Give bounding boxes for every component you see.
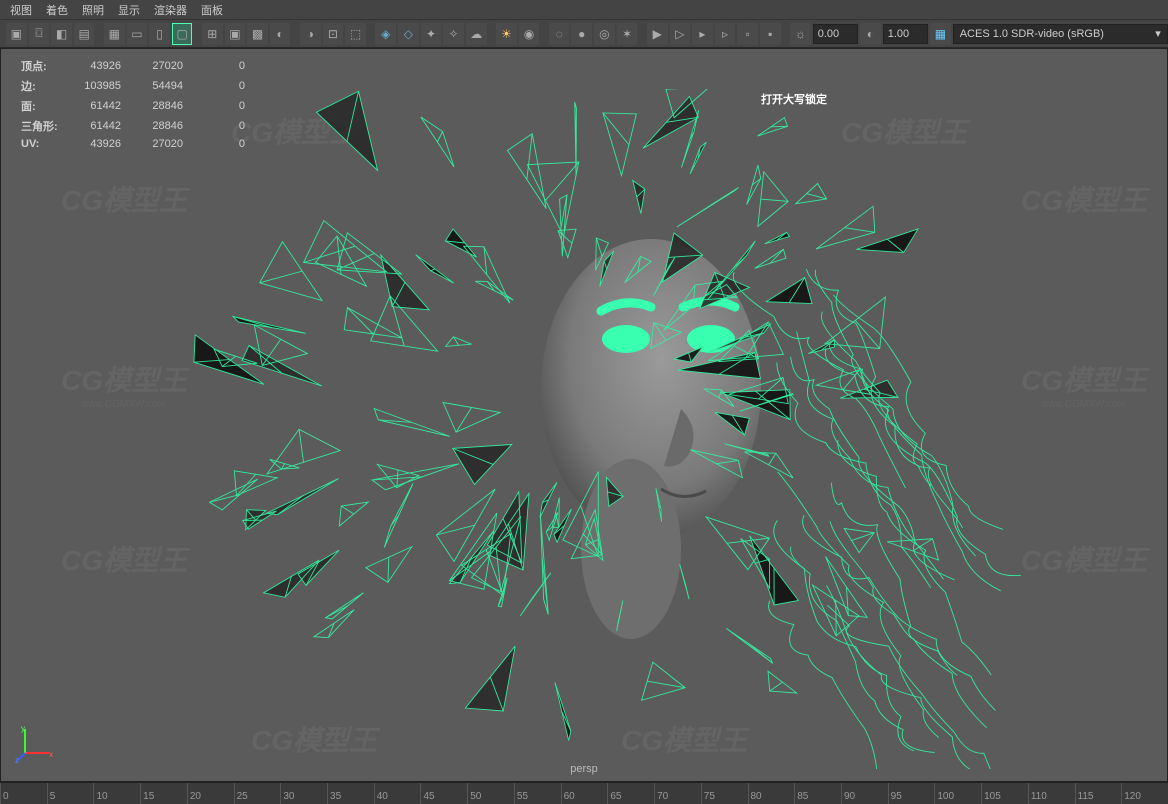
- timeline-tick[interactable]: 90: [841, 783, 888, 804]
- menu-lighting[interactable]: 照明: [82, 2, 104, 18]
- gamma-input[interactable]: 1.00: [883, 24, 928, 44]
- colorspace-label: ACES 1.0 SDR-video (sRGB): [960, 28, 1104, 40]
- timeline-tick[interactable]: 70: [654, 783, 701, 804]
- svg-text:z: z: [15, 756, 19, 763]
- timeline[interactable]: 0510152025303540455055606570758085909510…: [0, 782, 1168, 804]
- timeline-tick[interactable]: 115: [1075, 783, 1122, 804]
- hw-fog-icon[interactable]: ☁: [466, 23, 487, 45]
- timeline-tick[interactable]: 85: [794, 783, 841, 804]
- watermark: CG模型王: [1021, 179, 1147, 219]
- deform-icon[interactable]: ▹: [715, 23, 736, 45]
- menu-panels[interactable]: 面板: [201, 2, 223, 18]
- camera-attr-icon[interactable]: ⌼: [29, 23, 50, 45]
- bookmark-icon[interactable]: ◧: [51, 23, 72, 45]
- exposure-input[interactable]: 0.00: [813, 24, 858, 44]
- motion-blur-icon[interactable]: ⬚: [345, 23, 366, 45]
- timeline-tick[interactable]: 60: [561, 783, 608, 804]
- colorspace-dropdown[interactable]: ACES 1.0 SDR-video (sRGB) ▾: [953, 24, 1168, 44]
- wireframe-icon[interactable]: ⊞: [202, 23, 223, 45]
- selection-highlight-icon[interactable]: ▶: [647, 23, 668, 45]
- timeline-tick[interactable]: 80: [748, 783, 795, 804]
- panel-menu-bar: 视图 着色 照明 显示 渲染器 面板: [0, 0, 1168, 20]
- timeline-tick[interactable]: 105: [981, 783, 1028, 804]
- watermark: CG模型王: [1021, 359, 1147, 399]
- aa-icon[interactable]: ◌: [549, 23, 570, 45]
- panel-toolbar: ▣ ⌼ ◧ ▤ ▦ ▭ ▯ ▢ ⊞ ▣ ▩ ◐ ◑ ⊡ ⬚ ◈ ◇ ✦ ✧ ☁ …: [0, 20, 1168, 48]
- two-sided-icon[interactable]: ◉: [519, 23, 540, 45]
- svg-text:y: y: [21, 724, 25, 733]
- light-icon[interactable]: ☀: [496, 23, 517, 45]
- timeline-tick[interactable]: 20: [187, 783, 234, 804]
- watermark: CG模型王: [1021, 539, 1147, 579]
- image-plane-icon[interactable]: ▤: [74, 23, 95, 45]
- gamma-icon[interactable]: ◐: [860, 23, 881, 45]
- shadows-icon[interactable]: ◑: [300, 23, 321, 45]
- svg-text:x: x: [49, 750, 53, 759]
- timeline-tick[interactable]: 65: [607, 783, 654, 804]
- timeline-tick[interactable]: 55: [514, 783, 561, 804]
- dof-icon[interactable]: ◎: [594, 23, 615, 45]
- menu-show[interactable]: 显示: [118, 2, 140, 18]
- symmetry-icon[interactable]: ▸: [692, 23, 713, 45]
- timeline-tick[interactable]: 35: [327, 783, 374, 804]
- film-gate-icon[interactable]: ▭: [127, 23, 148, 45]
- gate-mask-icon[interactable]: ▢: [172, 23, 193, 45]
- timeline-tick[interactable]: 25: [234, 783, 281, 804]
- shaded-icon[interactable]: ▣: [225, 23, 246, 45]
- menu-view[interactable]: 视图: [10, 2, 32, 18]
- colorspace-icon[interactable]: ▦: [930, 23, 951, 45]
- timeline-tick[interactable]: 30: [280, 783, 327, 804]
- timeline-tick[interactable]: 75: [701, 783, 748, 804]
- grid-icon[interactable]: ▦: [104, 23, 125, 45]
- camera-select-icon[interactable]: ▣: [6, 23, 27, 45]
- timeline-tick[interactable]: 10: [93, 783, 140, 804]
- timeline-tick[interactable]: 50: [467, 783, 514, 804]
- timeline-tick[interactable]: 45: [420, 783, 467, 804]
- menu-renderer[interactable]: 渲染器: [154, 2, 187, 18]
- xray-icon[interactable]: ◇: [398, 23, 419, 45]
- timeline-tick[interactable]: 100: [934, 783, 981, 804]
- watermark-url: www.CGMXW.com: [1041, 399, 1125, 410]
- xray-components-icon[interactable]: ✧: [443, 23, 464, 45]
- textured-icon[interactable]: ▩: [247, 23, 268, 45]
- clip-ghost-icon[interactable]: ▫: [737, 23, 758, 45]
- xray-joints-icon[interactable]: ✦: [421, 23, 442, 45]
- use-all-lights-icon[interactable]: ◐: [270, 23, 291, 45]
- multisampling-icon[interactable]: ✶: [617, 23, 638, 45]
- timeline-tick[interactable]: 95: [888, 783, 935, 804]
- isolate-select-icon[interactable]: ◈: [375, 23, 396, 45]
- camera-name-label: persp: [570, 763, 598, 775]
- timeline-tick[interactable]: 120: [1121, 783, 1168, 804]
- hud-row-verts: 顶点:43926270200: [21, 57, 263, 75]
- resolution-gate-icon[interactable]: ▯: [149, 23, 170, 45]
- timeline-tick[interactable]: 0: [0, 783, 47, 804]
- ssao-icon[interactable]: ●: [571, 23, 592, 45]
- timeline-tick[interactable]: 40: [374, 783, 421, 804]
- menu-shading[interactable]: 着色: [46, 2, 68, 18]
- chevron-down-icon: ▾: [1155, 27, 1161, 40]
- grease-pencil-icon[interactable]: ▪: [760, 23, 781, 45]
- viewport[interactable]: CG模型王 CG模型王 CG模型王 CG模型王 CG模型王 CG模型王 CG模型…: [0, 48, 1168, 782]
- exposure-icon[interactable]: ☼: [790, 23, 811, 45]
- soft-select-icon[interactable]: ▷: [670, 23, 691, 45]
- timeline-tick[interactable]: 15: [140, 783, 187, 804]
- axis-gizmo: x y z: [15, 723, 55, 763]
- smooth-wire-icon[interactable]: ⊡: [323, 23, 344, 45]
- mesh-model: [121, 89, 1021, 769]
- timeline-tick[interactable]: 5: [47, 783, 94, 804]
- timeline-tick[interactable]: 110: [1028, 783, 1075, 804]
